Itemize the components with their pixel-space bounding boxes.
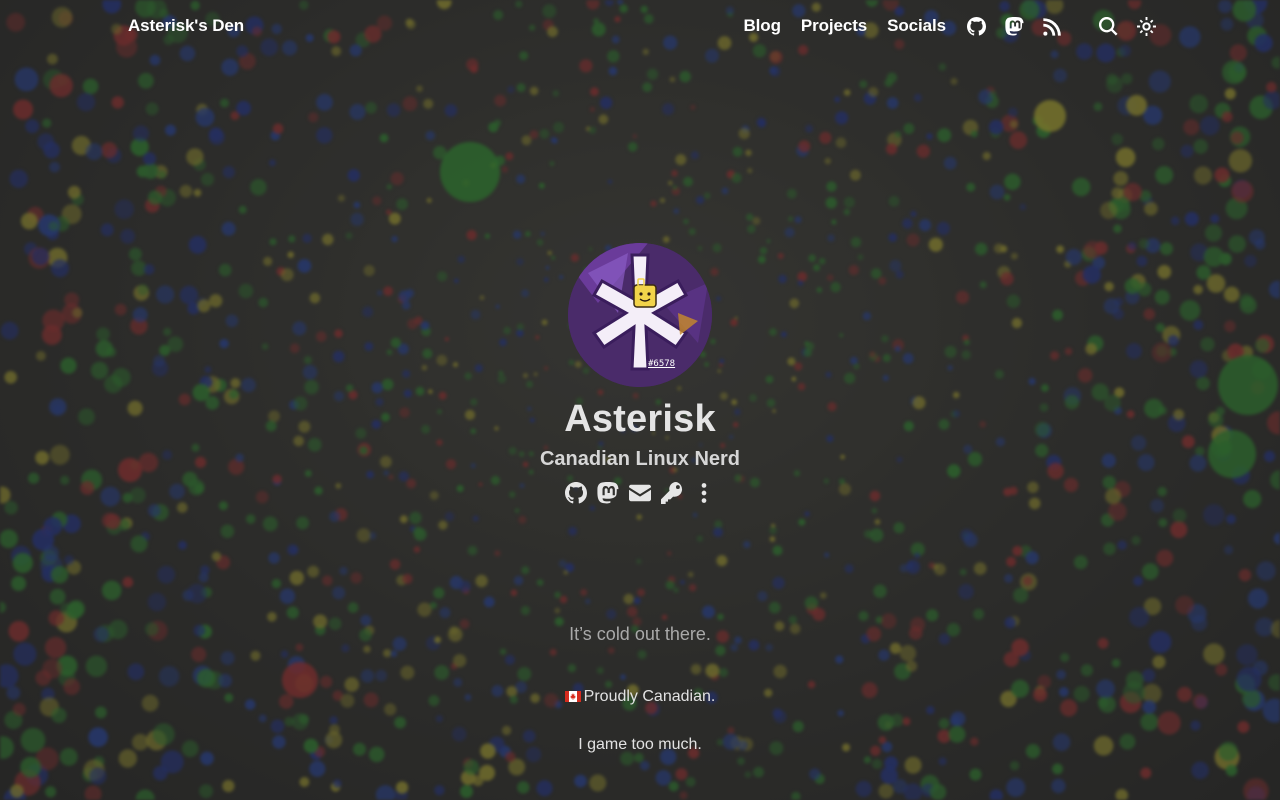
mastodon-icon[interactable] xyxy=(1004,16,1024,36)
site-header: Asterisk's Den Blog Projects Socials xyxy=(0,0,1280,52)
canada-flag-icon xyxy=(564,691,581,702)
nav-link-socials[interactable]: Socials xyxy=(887,16,946,36)
proudly-canadian-line: Proudly Canadian. xyxy=(0,688,1280,706)
envelope-icon[interactable] xyxy=(629,481,651,505)
search-icon[interactable] xyxy=(1098,16,1118,36)
site-brand-link[interactable]: Asterisk's Den xyxy=(128,16,244,36)
nav-link-projects[interactable]: Projects xyxy=(801,16,867,36)
nav-link-blog[interactable]: Blog xyxy=(743,16,780,36)
theme-toggle-icon[interactable] xyxy=(1136,16,1156,36)
tagline: It’s cold out there. xyxy=(569,624,711,644)
rss-icon[interactable] xyxy=(1042,16,1062,36)
profile-subtitle: Canadian Linux Nerd xyxy=(539,448,741,470)
avatar: #6578 xyxy=(568,243,712,387)
social-links xyxy=(0,481,1280,505)
avatar-tag: #6578 xyxy=(648,359,676,369)
key-icon[interactable] xyxy=(661,481,683,505)
main-nav: Blog Projects Socials xyxy=(743,14,1156,38)
profile-name: Asterisk xyxy=(564,398,716,440)
more-vertical-icon[interactable] xyxy=(693,481,715,505)
github-icon[interactable] xyxy=(565,481,587,505)
github-icon[interactable] xyxy=(966,16,986,36)
proudly-canadian-text: Proudly Canadian. xyxy=(583,688,716,705)
asterisk-avatar-art xyxy=(568,243,712,387)
mastodon-icon[interactable] xyxy=(597,481,619,505)
profile-section: #6578 Asterisk Canadian Linux Nerd xyxy=(0,243,1280,505)
gaming-line: I game too much. xyxy=(578,736,702,753)
